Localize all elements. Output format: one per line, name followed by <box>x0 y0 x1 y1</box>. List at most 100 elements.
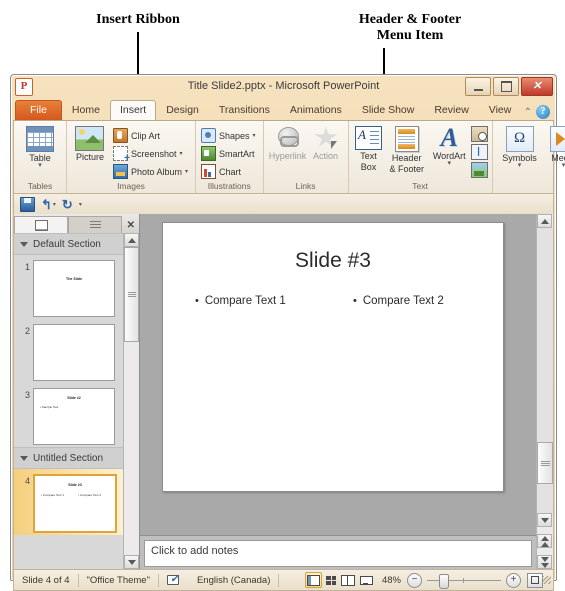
thumbnail-slide-1[interactable]: The Slide <box>33 260 115 317</box>
close-panel-icon[interactable]: ✕ <box>127 220 135 231</box>
zoom-out-button[interactable]: − <box>407 572 422 588</box>
slide-counter: Slide 4 of 4 <box>22 574 70 586</box>
table-button[interactable]: Table ▾ <box>18 124 62 169</box>
wordart-caret[interactable]: ▾ <box>447 160 451 167</box>
undo-caret[interactable]: ▾ <box>53 201 56 208</box>
date-time-icon[interactable] <box>470 126 488 142</box>
slides-tab[interactable] <box>14 216 68 233</box>
thumbnail-number: 4 <box>24 476 30 486</box>
chart-button[interactable]: Chart <box>200 163 259 180</box>
undo-button[interactable]: ↰ ▾ <box>41 198 56 211</box>
annotation-insert-ribbon: Insert Ribbon <box>68 12 208 28</box>
scroll-up-button[interactable] <box>537 214 552 228</box>
section-header-default[interactable]: Default Section <box>14 233 123 255</box>
thumbnail-list: Default Section 1 The Slide 2 3 Slide #2… <box>14 233 123 569</box>
zoom-slider-thumb[interactable] <box>439 573 449 589</box>
symbols-button[interactable]: Ω Symbols ▾ <box>499 124 541 169</box>
tab-animations[interactable]: Animations <box>280 100 352 120</box>
list-item[interactable]: 1 The Slide <box>14 255 123 319</box>
screenshot-button[interactable]: Screenshot ▾ <box>112 145 191 164</box>
shapes-caret[interactable]: ▾ <box>253 130 256 142</box>
action-button[interactable]: Action <box>307 124 343 161</box>
minimize-button[interactable] <box>465 77 491 96</box>
collapse-section-icon[interactable] <box>20 241 28 247</box>
section-header-untitled[interactable]: Untitled Section <box>14 447 123 469</box>
slide-show-view-button[interactable] <box>358 573 373 587</box>
media-button[interactable]: Media ▾ <box>545 124 565 169</box>
slides-panel-scrollbar[interactable] <box>123 233 139 569</box>
zoom-in-button[interactable]: + <box>506 572 521 588</box>
tab-review[interactable]: Review <box>424 100 478 120</box>
hyperlink-button[interactable]: Hyperlink <box>268 124 308 161</box>
tab-insert[interactable]: Insert <box>109 100 157 120</box>
symbols-caret[interactable]: ▾ <box>518 162 522 169</box>
slide-left-body-placeholder[interactable]: • Compare Text 1 <box>195 295 286 308</box>
zoom-slider[interactable] <box>427 573 501 589</box>
close-button[interactable]: ✕ <box>521 77 553 96</box>
table-dropdown-caret[interactable]: ▾ <box>38 162 42 169</box>
picture-button[interactable]: Picture <box>71 124 109 162</box>
header-footer-button[interactable]: Header & Footer <box>385 124 428 174</box>
restore-button[interactable] <box>493 77 519 96</box>
clip-art-button[interactable]: Clip Art <box>112 127 191 144</box>
scroll-down-button[interactable] <box>537 513 552 527</box>
illustrations-small-buttons: Shapes ▾ SmartArt Chart <box>200 124 259 180</box>
thumbnail-slide-4[interactable]: Slide #3 • Compare Text 1 • Compare Text… <box>33 474 117 533</box>
slide-title-placeholder[interactable]: Slide #3 <box>163 249 503 273</box>
slide-right-body-placeholder[interactable]: • Compare Text 2 <box>353 295 444 308</box>
help-icon[interactable]: ? <box>536 105 550 119</box>
customize-qat-icon[interactable]: ▾ <box>79 201 82 208</box>
notes-input[interactable]: Click to add notes <box>144 540 532 567</box>
language-indicator[interactable]: English (Canada) <box>189 570 278 590</box>
slide-sorter-view-button[interactable] <box>324 573 339 587</box>
tab-slide-show[interactable]: Slide Show <box>352 100 425 120</box>
scrollbar-thumb[interactable] <box>124 247 139 342</box>
scroll-down-button[interactable] <box>124 555 139 569</box>
thumbnail-slide-2[interactable] <box>33 324 115 381</box>
minimize-ribbon-icon[interactable]: ⌃ <box>524 107 532 118</box>
slide-area-scrollbar[interactable] <box>536 214 553 569</box>
scrollbar-thumb[interactable] <box>537 442 553 484</box>
thumbnail-bullet: • Compare Text 1 <box>41 493 65 497</box>
next-slide-button[interactable] <box>537 555 552 569</box>
text-box-button[interactable]: A Text Box <box>353 124 385 172</box>
thumbnail-number: 1 <box>24 262 30 272</box>
thumbnail-slide-3[interactable]: Slide #2 • Sample Text <box>33 388 115 445</box>
normal-view-icon <box>306 574 320 586</box>
collapse-section-icon[interactable] <box>20 455 28 461</box>
tab-transitions[interactable]: Transitions <box>209 100 280 120</box>
shapes-button[interactable]: Shapes ▾ <box>200 127 259 144</box>
wordart-button[interactable]: A WordArt ▾ <box>429 124 470 168</box>
tab-home[interactable]: Home <box>62 100 110 120</box>
smartart-icon <box>201 146 216 161</box>
redo-icon[interactable]: ↻ <box>62 198 73 211</box>
scroll-up-button[interactable] <box>124 233 139 247</box>
spell-check-button[interactable] <box>159 570 189 590</box>
normal-view-button[interactable] <box>304 572 322 588</box>
zoom-level[interactable]: 48% <box>374 570 407 590</box>
tab-design[interactable]: Design <box>156 100 209 120</box>
previous-slide-button[interactable] <box>537 534 552 548</box>
reading-view-button[interactable] <box>341 573 356 587</box>
save-icon[interactable] <box>20 196 35 212</box>
resize-grip-icon[interactable] <box>543 576 551 584</box>
outline-tab[interactable] <box>68 216 122 233</box>
photo-album-caret[interactable]: ▾ <box>185 166 188 178</box>
photo-album-button[interactable]: Photo Album ▾ <box>112 163 191 180</box>
list-item[interactable]: 2 <box>14 319 123 383</box>
list-item[interactable]: 4 Slide #3 • Compare Text 1 • Compare Te… <box>14 469 123 535</box>
slide-number-icon[interactable] <box>470 144 488 160</box>
smartart-button[interactable]: SmartArt <box>200 145 259 162</box>
notes-pane: Click to add notes <box>140 535 536 569</box>
list-item[interactable]: 3 Slide #2 • Sample Text <box>14 383 123 447</box>
object-icon[interactable] <box>470 162 488 178</box>
tab-file[interactable]: File <box>15 100 62 120</box>
group-label-text: Text <box>412 181 428 191</box>
tab-view[interactable]: View <box>479 100 522 120</box>
fit-slide-to-window-button[interactable] <box>527 572 543 588</box>
triangle-up-icon <box>127 237 136 243</box>
triangle-up-icon <box>540 218 549 224</box>
screenshot-caret[interactable]: ▾ <box>179 148 182 160</box>
slide-canvas[interactable]: Slide #3 • Compare Text 1 • Compare Text… <box>162 222 504 492</box>
theme-name[interactable]: "Office Theme" <box>79 570 158 590</box>
